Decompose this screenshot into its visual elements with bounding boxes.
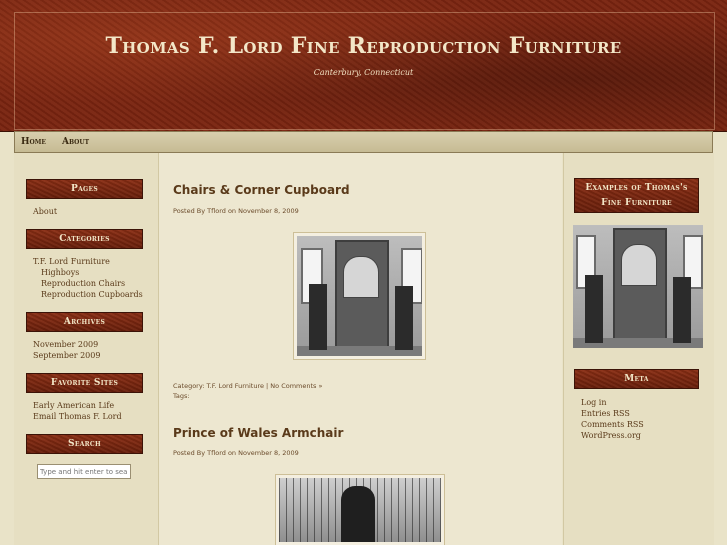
widget-title-pages: Pages — [26, 179, 143, 199]
category-link-tf-lord-furniture[interactable]: T.F. Lord Furniture — [33, 257, 110, 266]
corner-cupboard — [613, 228, 667, 342]
widget-title-favorite-sites: Favorite Sites — [26, 373, 143, 393]
nav-item-home[interactable]: Home — [21, 137, 46, 147]
category-link-highboys[interactable]: Highboys — [41, 268, 79, 277]
chair-right — [673, 277, 691, 343]
photo-room-scene — [297, 236, 422, 356]
post-photo-armchair[interactable] — [275, 474, 445, 545]
chair-left — [309, 284, 327, 350]
post-photo-chairs-cupboard[interactable] — [293, 232, 426, 360]
sidebar-link-about[interactable]: About — [33, 207, 57, 216]
category-link-reproduction-chairs[interactable]: Reproduction Chairs — [41, 279, 125, 288]
widget-title-meta: Meta — [574, 369, 699, 389]
search-input[interactable] — [37, 464, 131, 479]
armchair — [341, 486, 375, 542]
site-title[interactable]: Thomas F. Lord Fine Reproduction Furnitu… — [0, 33, 727, 59]
corner-cupboard — [335, 240, 389, 352]
widget-title-archives: Archives — [26, 312, 143, 332]
photo-room-scene-small — [573, 225, 703, 348]
meta-link-log-in[interactable]: Log in — [581, 398, 607, 407]
site-tagline: Canterbury, Connecticut — [313, 68, 414, 77]
archive-link-november-2009[interactable]: November 2009 — [33, 340, 98, 349]
widget-title-categories: Categories — [26, 229, 143, 249]
widget-title-examples-line1: Examples of Thomas's — [585, 183, 688, 193]
post-title-chairs-corner-cupboard[interactable]: Chairs & Corner Cupboard — [173, 183, 350, 197]
widget-title-examples-line2: Fine Furniture — [601, 198, 672, 208]
post-meta: Posted By Tflord on November 8, 2009 — [173, 449, 299, 457]
sidebar-photo-examples[interactable] — [573, 225, 703, 348]
post-category-line[interactable]: Category: T.F. Lord Furniture | No Comme… — [173, 382, 323, 390]
cupboard-glass — [621, 244, 657, 286]
meta-link-entries-rss[interactable]: Entries RSS — [581, 409, 630, 418]
favorite-link-email-thomas[interactable]: Email Thomas F. Lord — [33, 412, 122, 421]
chair-left — [585, 275, 603, 343]
favorite-link-early-american-life[interactable]: Early American Life — [33, 401, 114, 410]
main-nav: Home About — [14, 131, 713, 153]
archive-link-september-2009[interactable]: September 2009 — [33, 351, 100, 360]
widget-title-examples: Examples of Thomas's Fine Furniture — [574, 178, 699, 213]
post-tags-line: Tags: — [173, 392, 190, 400]
site-header — [0, 0, 727, 132]
chair-right — [395, 286, 413, 350]
meta-link-wordpress-org[interactable]: WordPress.org — [581, 431, 641, 440]
post-meta: Posted By Tflord on November 8, 2009 — [173, 207, 299, 215]
widget-title-search: Search — [26, 434, 143, 454]
post-title-prince-of-wales-armchair[interactable]: Prince of Wales Armchair — [173, 426, 343, 440]
nav-item-about[interactable]: About — [62, 137, 89, 147]
meta-link-comments-rss[interactable]: Comments RSS — [581, 420, 644, 429]
cupboard-glass — [343, 256, 379, 298]
photo-armchair-outdoor — [279, 478, 441, 542]
category-link-reproduction-cupboards[interactable]: Reproduction Cupboards — [41, 290, 143, 299]
